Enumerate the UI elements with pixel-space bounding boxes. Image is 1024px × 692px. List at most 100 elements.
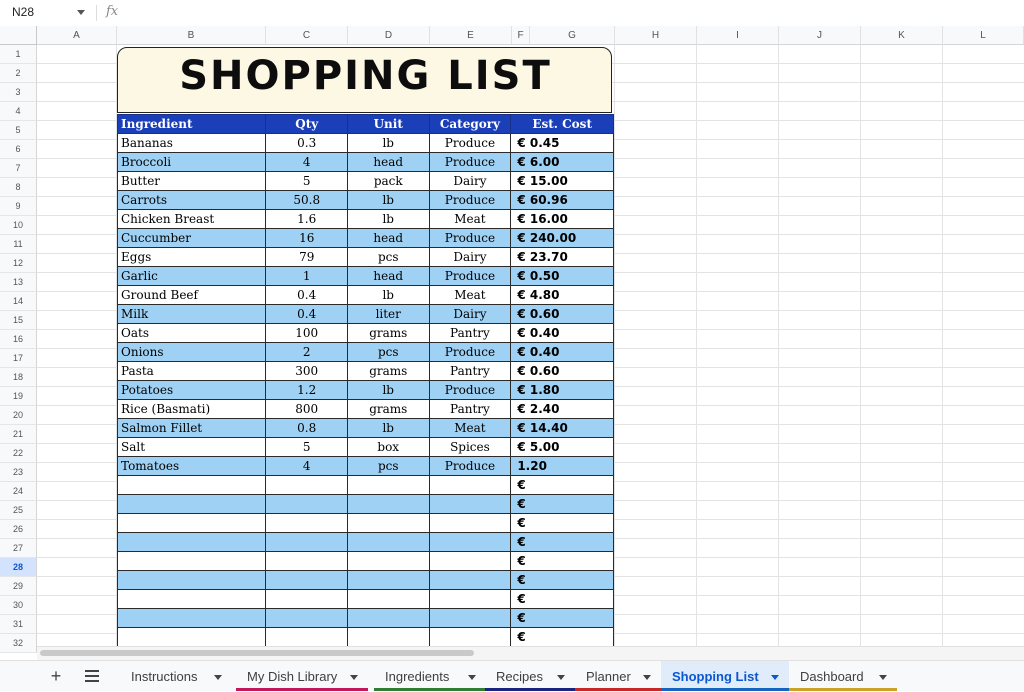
column-header-j[interactable]: J [779,26,861,45]
cell-qty[interactable]: 79 [265,247,348,267]
cell-ingredient[interactable]: Chicken Breast [117,209,267,229]
cell-unit[interactable]: head [346,152,430,172]
cell-qty[interactable] [265,627,348,646]
cell-qty[interactable]: 5 [265,171,348,191]
cell-qty[interactable] [265,608,348,628]
cell-category[interactable]: Meat [428,418,512,438]
row-header[interactable]: 8 [0,178,37,197]
cell-unit[interactable] [346,608,430,628]
cell-est-cost[interactable]: € 6.00 [510,152,614,172]
cell-qty[interactable]: 4 [265,456,348,476]
scrollbar-thumb[interactable] [40,650,474,656]
cell-unit[interactable]: lb [346,380,430,400]
cell-est-cost[interactable]: € 0.50 [510,266,614,286]
cell-unit[interactable]: grams [346,399,430,419]
sheet-tab-my-dish-library[interactable]: My Dish Library [236,661,368,691]
row-header[interactable]: 17 [0,349,37,368]
cell-ingredient[interactable]: Salt [117,437,267,457]
cell-category[interactable] [428,608,512,628]
row-header[interactable]: 24 [0,482,37,501]
cell-unit[interactable]: liter [346,304,430,324]
cell-unit[interactable] [346,551,430,571]
header-est-cost[interactable]: Est. Cost [510,114,614,134]
cell-ingredient[interactable]: Onions [117,342,267,362]
cell-unit[interactable]: head [346,266,430,286]
row-header[interactable]: 13 [0,273,37,292]
add-sheet-button[interactable]: + [45,666,67,686]
cell-category[interactable]: Produce [428,380,512,400]
cell-unit[interactable]: lb [346,209,430,229]
cell-unit[interactable]: lb [346,285,430,305]
cell-category[interactable]: Produce [428,266,512,286]
row-header[interactable]: 32 [0,634,37,653]
cell-ingredient[interactable]: Eggs [117,247,267,267]
row-header[interactable]: 28 [0,558,37,577]
sheet-tab-recipes[interactable]: Recipes [485,661,575,691]
cell-category[interactable] [428,532,512,552]
cell-qty[interactable] [265,513,348,533]
cell-qty[interactable] [265,475,348,495]
cell-unit[interactable] [346,570,430,590]
cell-category[interactable]: Produce [428,152,512,172]
cell-category[interactable] [428,494,512,514]
row-header[interactable]: 10 [0,216,37,235]
cell-est-cost[interactable]: € [510,570,614,590]
cell-qty[interactable]: 16 [265,228,348,248]
cell-est-cost[interactable]: € 0.40 [510,323,614,343]
row-header[interactable]: 19 [0,387,37,406]
cell-ingredient[interactable] [117,475,267,495]
cell-est-cost[interactable]: € 60.96 [510,190,614,210]
cell-category[interactable]: Produce [428,190,512,210]
horizontal-scrollbar[interactable] [37,646,1024,660]
column-header-e[interactable]: E [430,26,512,45]
cell-est-cost[interactable]: € 0.60 [510,304,614,324]
header-ingredient[interactable]: Ingredient [117,114,267,134]
cell-est-cost[interactable]: € 14.40 [510,418,614,438]
row-header[interactable]: 23 [0,463,37,482]
cell-unit[interactable]: head [346,228,430,248]
sheet-tab-instructions[interactable]: Instructions [120,661,232,691]
cell-est-cost[interactable]: € 0.40 [510,342,614,362]
cell-unit[interactable] [346,494,430,514]
row-header[interactable]: 2 [0,64,37,83]
cell-est-cost[interactable]: € [510,494,614,514]
cell-unit[interactable]: pack [346,171,430,191]
sheet-tab-shopping-list[interactable]: Shopping List [661,661,789,691]
cell-ingredient[interactable]: Pasta [117,361,267,381]
cell-est-cost[interactable]: € 2.40 [510,399,614,419]
cell-category[interactable]: Produce [428,228,512,248]
cell-est-cost[interactable]: € [510,513,614,533]
cell-qty[interactable]: 1.2 [265,380,348,400]
column-header-g[interactable]: G [530,26,615,45]
cell-unit[interactable]: lb [346,133,430,153]
cell-category[interactable]: Produce [428,342,512,362]
cell-est-cost[interactable]: € [510,627,614,646]
cell-category[interactable]: Pantry [428,323,512,343]
cell-ingredient[interactable]: Tomatoes [117,456,267,476]
cell-ingredient[interactable]: Potatoes [117,380,267,400]
cell-category[interactable]: Meat [428,209,512,229]
cell-ingredient[interactable]: Butter [117,171,267,191]
cell-qty[interactable] [265,551,348,571]
cell-unit[interactable] [346,589,430,609]
cell-est-cost[interactable]: € [510,532,614,552]
cell-qty[interactable]: 0.4 [265,285,348,305]
cell-category[interactable]: Produce [428,133,512,153]
row-header[interactable]: 20 [0,406,37,425]
cell-ingredient[interactable]: Bananas [117,133,267,153]
cell-unit[interactable]: lb [346,190,430,210]
cell-qty[interactable]: 0.4 [265,304,348,324]
cell-category[interactable]: Spices [428,437,512,457]
column-header-c[interactable]: C [266,26,348,45]
cell-category[interactable] [428,589,512,609]
cell-qty[interactable]: 100 [265,323,348,343]
cell-category[interactable]: Produce [428,456,512,476]
column-header-d[interactable]: D [348,26,430,45]
cell-category[interactable] [428,570,512,590]
header-category[interactable]: Category [428,114,512,134]
column-header-b[interactable]: B [117,26,266,45]
row-header[interactable]: 1 [0,45,37,64]
cell-est-cost[interactable]: € 5.00 [510,437,614,457]
row-header[interactable]: 16 [0,330,37,349]
row-header[interactable]: 7 [0,159,37,178]
